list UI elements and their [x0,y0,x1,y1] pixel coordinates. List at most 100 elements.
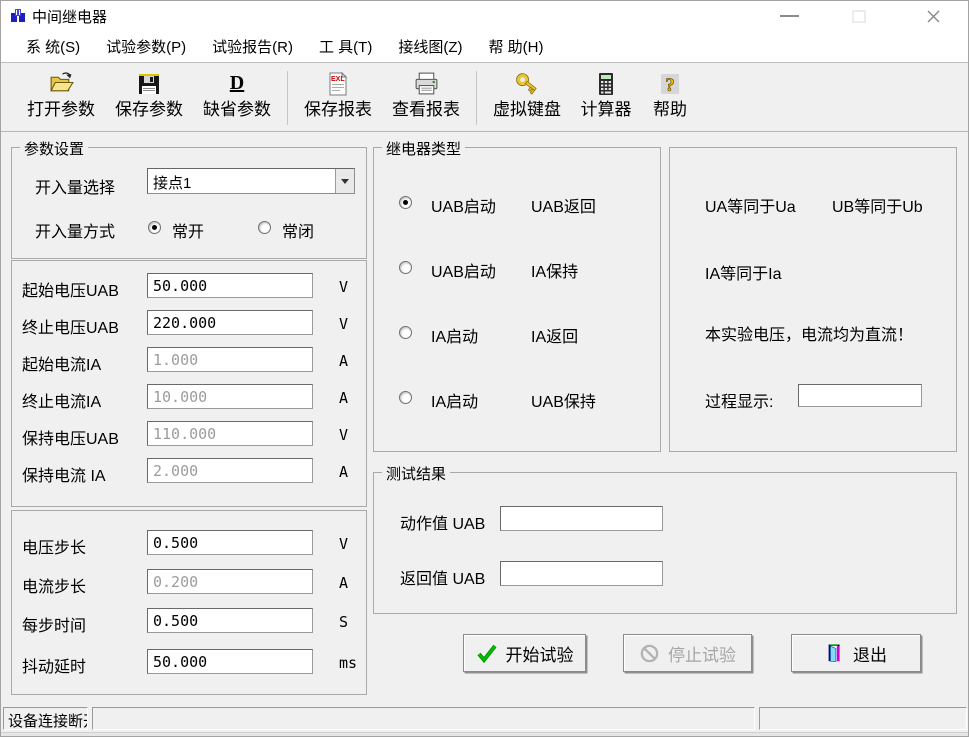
menu-system[interactable]: 系 统(S) [26,36,80,57]
toolbar-view-report-button[interactable]: 查看报表 [382,70,470,126]
toolbar-label: 保存参数 [115,98,183,122]
status-panel-right [759,707,967,730]
close-icon [926,9,941,24]
group-title: 测试结果 [382,463,450,484]
relay-type-end-label: UAB保持 [531,388,596,412]
menu-tools[interactable]: 工 具(T) [319,36,372,57]
radio-label[interactable]: 常开 [172,218,204,242]
field-label: 保持电压UAB [22,425,119,449]
info-panel: UA等同于Ua UB等同于Ub IA等同于Ia 本实验电压，电流均为直流！ 过程… [669,147,957,452]
relay-type-radio-3[interactable] [399,326,412,339]
status-bar: 设备连接断开 [1,704,968,732]
input-select-label: 开入量选择 [35,174,115,198]
toolbar-help-button[interactable]: ? 帮助 [641,70,699,126]
close-button[interactable] [907,1,959,31]
toolbar-save-report-button[interactable]: EXL 保存报表 [294,70,382,126]
toolbar-default-params-button[interactable]: D 缺省参数 [193,70,281,126]
step-params-group: 电压步长 V 电流步长 A 每步时间 S 抖动延时 ms [11,510,367,695]
relay-type-start-label[interactable]: IA启动 [431,323,478,347]
field-label: 起始电压UAB [22,277,119,301]
end-voltage-input[interactable] [147,310,313,335]
menu-test-params[interactable]: 试验参数(P) [106,36,186,57]
exit-door-icon [825,642,845,664]
prohibit-icon [639,643,660,664]
maximize-button [833,1,885,31]
current-step-input [147,569,313,594]
field-unit: ms [339,654,357,672]
menu-wiring-diagram[interactable]: 接线图(Z) [398,36,462,57]
field-unit: A [339,574,348,592]
field-unit: V [339,426,348,444]
field-label: 电压步长 [22,534,86,558]
toolbar-separator [476,71,477,125]
combobox-dropdown-button[interactable] [335,169,354,193]
menu-test-report[interactable]: 试验报告(R) [212,36,293,57]
combobox-value: 接点1 [153,172,191,193]
process-display-field[interactable] [798,384,922,407]
minimize-button[interactable] [763,1,815,31]
toolbar-open-params-button[interactable]: 打开参数 [17,70,105,126]
toolbar-save-params-button[interactable]: 保存参数 [105,70,193,126]
field-unit: A [339,463,348,481]
toolbar-separator [287,71,288,125]
test-results-group: 测试结果 动作值 UAB 返回值 UAB [373,472,957,614]
save-floppy-icon [136,70,162,98]
relay-type-start-label[interactable]: UAB启动 [431,258,496,282]
menu-help[interactable]: 帮 助(H) [488,36,543,57]
info-line-ia: IA等同于Ia [705,260,781,284]
calculator-icon [593,70,619,98]
toolbar-label: 缺省参数 [203,98,271,122]
field-label: 起始电流IA [22,351,101,375]
start-test-button[interactable]: 开始试验 [463,634,586,672]
relay-type-radio-4[interactable] [399,391,412,404]
excel-report-icon: EXL [325,70,351,98]
relay-type-end-label: UAB返回 [531,193,596,217]
help-question-icon: ? [657,70,683,98]
relay-type-start-label[interactable]: IA启动 [431,388,478,412]
action-value-field[interactable] [500,506,663,531]
hold-voltage-input [147,421,313,446]
field-unit: A [339,352,348,370]
return-value-label: 返回值 UAB [400,565,485,589]
relay-type-end-label: IA保持 [531,258,578,282]
client-area: 参数设置 开入量选择 接点1 开入量方式 常开 常闭 起始电压UAB V 终止电… [1,133,968,703]
app-icon [10,8,26,24]
process-display-label: 过程显示: [705,388,773,412]
toolbar-virtual-keyboard-button[interactable]: 虚拟键盘 [483,70,571,126]
svg-text:?: ? [665,75,675,96]
toolbar-label: 查看报表 [392,98,460,122]
exit-button[interactable]: 退出 [791,634,921,672]
jitter-delay-input[interactable] [147,649,313,674]
contact-select-combobox[interactable]: 接点1 [147,168,355,194]
voltage-step-input[interactable] [147,530,313,555]
relay-type-radio-2[interactable] [399,261,412,274]
toolbar-label: 虚拟键盘 [493,98,561,122]
field-unit: S [339,613,348,631]
toolbar-label: 计算器 [581,98,632,122]
return-value-field[interactable] [500,561,663,586]
open-folder-icon [48,70,75,98]
group-title: 继电器类型 [382,138,465,159]
step-time-input[interactable] [147,608,313,633]
button-label: 开始试验 [506,641,574,666]
title-bar: 中间继电器 [1,1,968,31]
key-icon [514,70,541,98]
toolbar: 打开参数 保存参数 D 缺省参数 [1,64,968,132]
input-mode-label: 开入量方式 [35,218,115,242]
relay-type-start-label[interactable]: UAB启动 [431,193,496,217]
start-voltage-input[interactable] [147,273,313,298]
toolbar-calculator-button[interactable]: 计算器 [571,70,641,126]
svg-text:EXL: EXL [331,76,345,83]
menu-bar: 系 统(S) 试验参数(P) 试验报告(R) 工 具(T) 接线图(Z) 帮 助… [1,31,968,63]
relay-type-radio-1[interactable] [399,196,412,209]
radio-normally-open[interactable] [148,221,161,234]
button-label: 停止试验 [668,641,736,666]
start-current-input [147,347,313,372]
radio-label[interactable]: 常闭 [282,218,314,242]
action-value-label: 动作值 UAB [400,510,485,534]
connection-status: 设备连接断开 [3,707,88,730]
group-title: 参数设置 [20,138,88,159]
radio-normally-closed[interactable] [258,221,271,234]
toolbar-label: 帮助 [653,98,687,122]
status-panel-middle [92,707,755,730]
